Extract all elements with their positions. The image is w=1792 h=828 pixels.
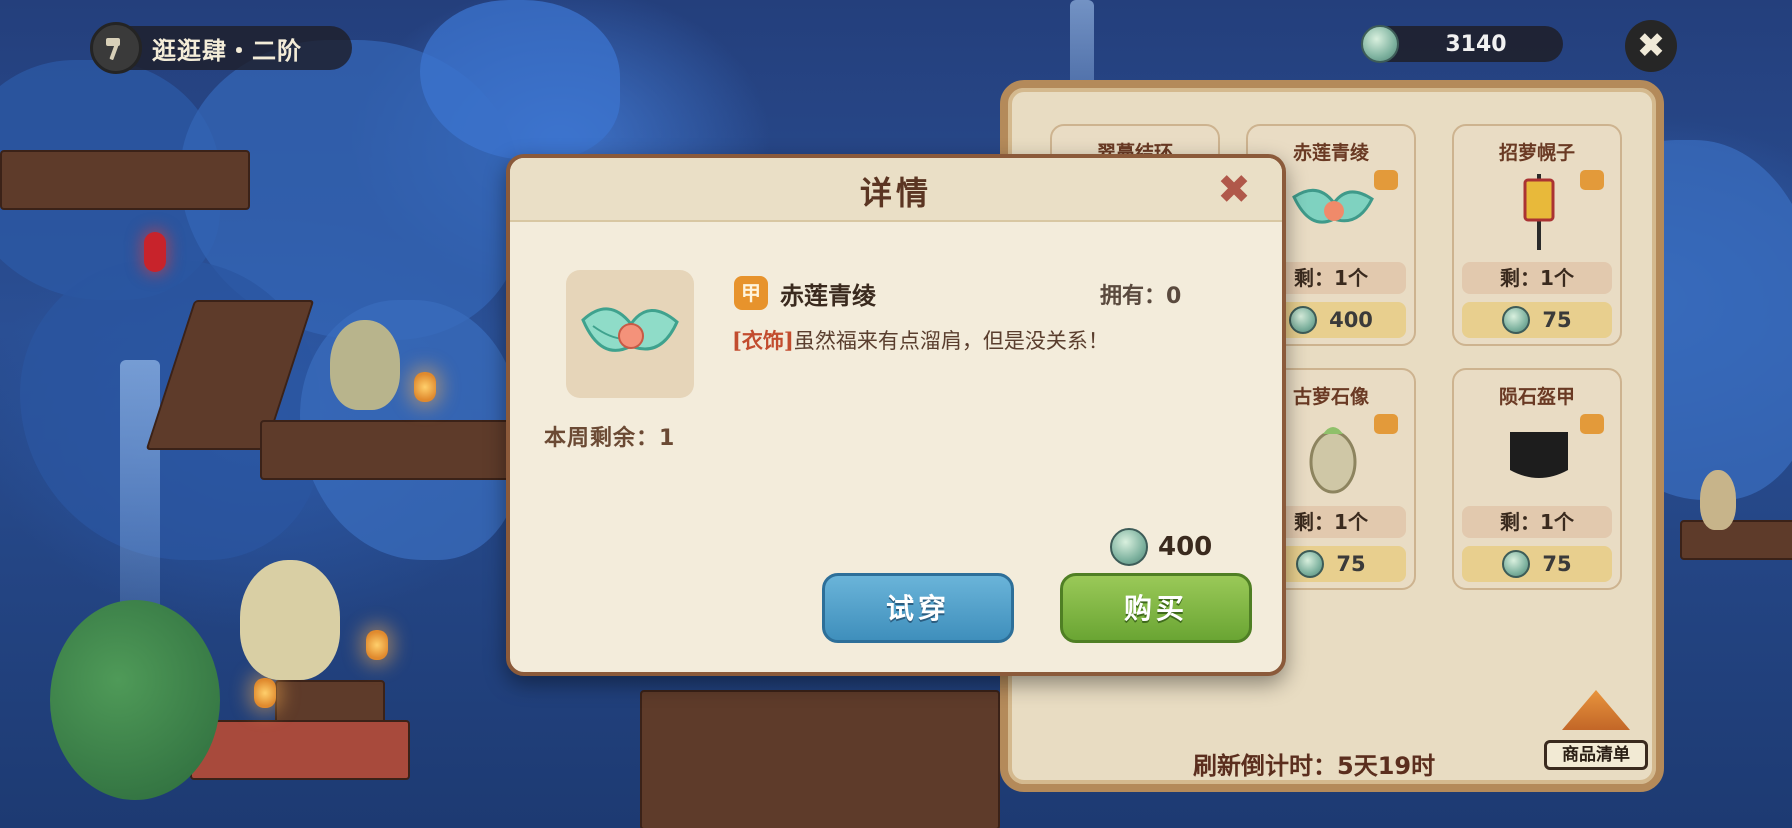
jade-coin-icon (1502, 550, 1531, 578)
hammer-icon (90, 22, 142, 74)
pavilion-icon (1562, 690, 1630, 730)
shop-item-price: 75 (1542, 552, 1572, 576)
currency-amount: 3140 (1445, 31, 1507, 57)
item-price: 400 (1110, 528, 1212, 566)
shop-item-card[interactable]: 陨石盔甲 剩：1个 75 (1452, 368, 1622, 590)
shop-level-banner: 逛逛肆・二阶 (90, 22, 352, 74)
currency-display: 3140 (1361, 25, 1563, 63)
lantern (366, 630, 388, 660)
lantern (254, 678, 276, 708)
item-price-value: 400 (1158, 532, 1213, 562)
shop-item-stock: 剩：1个 (1462, 262, 1612, 294)
shop-item-price: 75 (1542, 308, 1572, 332)
jade-coin-icon (1502, 306, 1531, 334)
item-description-text: 虽然福来有点溜肩，但是没关系！ (793, 329, 1109, 353)
right-bridge (1680, 520, 1792, 560)
item-description: [衣饰]虽然福来有点溜肩，但是没关系！ (732, 326, 1172, 356)
wooden-roof (190, 720, 410, 780)
wooden-structure (640, 690, 1000, 828)
close-icon: ✖ (1636, 26, 1666, 66)
dialog-title: 详情 (859, 174, 932, 212)
dialog-header: 详情 ✖ (510, 158, 1282, 222)
close-dialog-button[interactable]: ✖ (1214, 170, 1254, 212)
creature-statue (240, 560, 340, 680)
armor-icon (1494, 416, 1584, 496)
jade-coin-icon (1289, 306, 1318, 334)
shop-item-price: 400 (1329, 308, 1373, 332)
refresh-countdown: 刷新倒计时：5天19时 (1193, 752, 1436, 780)
item-image-frame (566, 270, 694, 398)
item-category-tag: [衣饰] (732, 328, 794, 353)
creature-statue (330, 320, 400, 410)
shop-item-price-row: 75 (1462, 302, 1612, 338)
wooden-bridge (260, 420, 520, 480)
armor-type-badge: 甲 (734, 276, 768, 310)
shop-item-stock: 剩：1个 (1462, 506, 1612, 538)
shop-item-price: 75 (1336, 552, 1366, 576)
red-lantern (144, 232, 166, 272)
close-shop-button[interactable]: ✖ (1625, 20, 1677, 72)
ribbon-scarf-icon (1288, 172, 1378, 252)
jade-coin-icon (1110, 528, 1148, 566)
lantern (414, 372, 436, 402)
item-name: 赤莲青绫 (780, 282, 876, 310)
tree (50, 600, 220, 800)
shop-level-label: 逛逛肆・二阶 (152, 36, 302, 65)
creature-statue (1700, 470, 1736, 530)
stone-statue-icon (1288, 416, 1378, 496)
shop-item-name: 陨石盔甲 (1498, 386, 1575, 408)
close-icon: ✖ (1217, 167, 1251, 213)
shop-item-card[interactable]: 招萝幌子 剩：1个 75 (1452, 124, 1622, 346)
buy-button[interactable]: 购买 (1060, 573, 1252, 643)
wooden-deck (0, 150, 250, 210)
shop-item-name: 招萝幌子 (1498, 142, 1575, 164)
item-details-dialog: 详情 ✖ 本周剩余：1 甲 赤莲青绫 拥有：0 [衣饰]虽然福来有点溜肩，但是没… (506, 154, 1286, 676)
goods-list-button[interactable]: 商品清单 (1544, 690, 1648, 780)
weekly-remaining: 本周剩余：1 (544, 426, 676, 451)
goods-list-label: 商品清单 (1544, 740, 1648, 770)
try-on-button[interactable]: 试穿 (822, 573, 1014, 643)
owned-count: 拥有：0 (1100, 284, 1182, 309)
jade-coin-icon (1361, 25, 1399, 63)
shop-item-price-row: 75 (1462, 546, 1612, 582)
jade-coin-icon (1296, 550, 1325, 578)
banner-sign-icon (1494, 172, 1584, 252)
ribbon-scarf-icon (581, 307, 679, 352)
wooden-table (275, 680, 385, 724)
